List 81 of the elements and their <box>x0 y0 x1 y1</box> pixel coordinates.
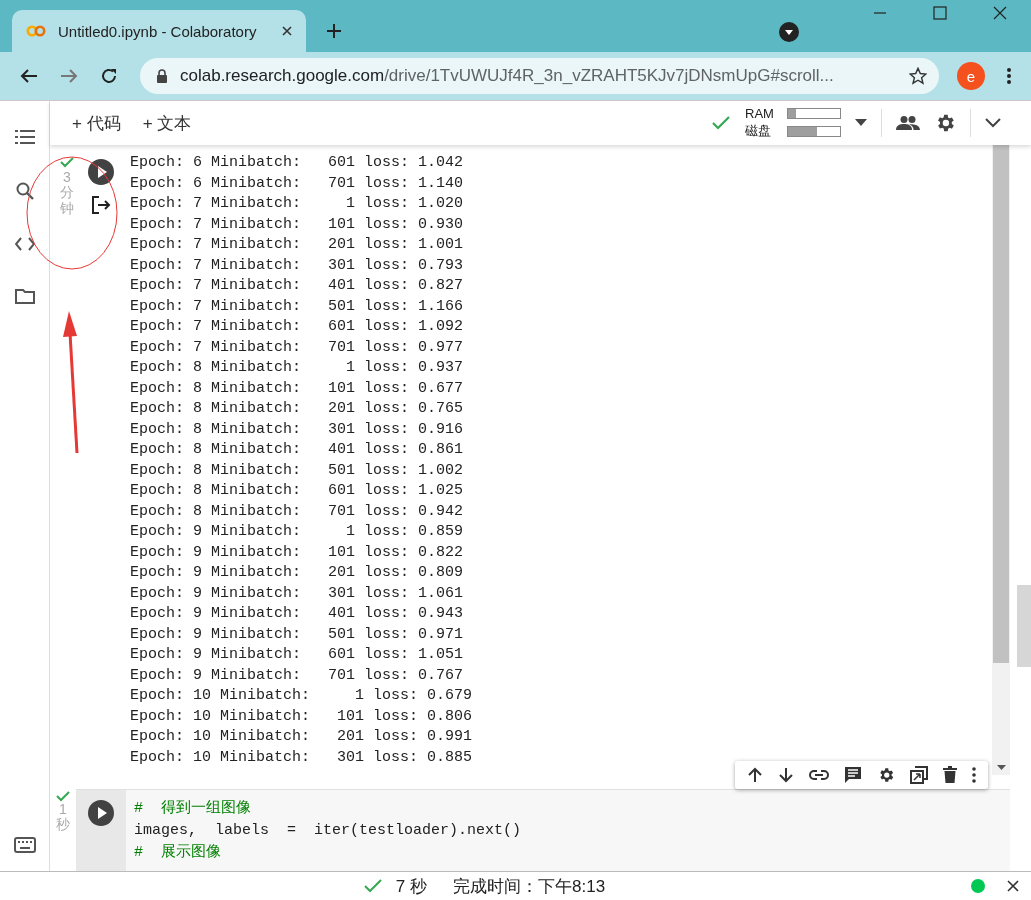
code-cell[interactable]: # 得到一组图像 images, labels = iter(testloader).next() # 展示图像 <box>76 789 1010 871</box>
browser-tab[interactable]: Untitled0.ipynb - Colaboratory <box>12 10 306 52</box>
output-line: Epoch: 7 Minibatch: 101 loss: 0.930 <box>130 214 465 235</box>
new-tab-icon[interactable] <box>326 23 342 39</box>
link-icon[interactable] <box>809 769 829 781</box>
output-line: Epoch: 9 Minibatch: 401 loss: 0.943 <box>130 604 465 624</box>
output-icon[interactable] <box>91 195 111 215</box>
output-line: Epoch: 7 Minibatch: 701 loss: 0.977 <box>130 337 465 358</box>
close-icon[interactable] <box>1007 880 1019 892</box>
maximize-icon[interactable] <box>933 6 947 20</box>
address-field[interactable]: colab.research.google.com/drive/1TvUWUJf4R_3n_vZRAHT5KJv7jDNsmUpG#scroll... <box>140 58 939 94</box>
code-icon[interactable] <box>14 237 35 251</box>
output-line: Epoch: 7 Minibatch: 201 loss: 1.001 <box>130 235 465 255</box>
output-line: Epoch: 9 Minibatch: 301 loss: 1.061 <box>130 583 465 604</box>
scrollbar-thumb[interactable] <box>1017 585 1031 667</box>
output-line: Epoch: 10 Minibatch: 101 loss: 0.806 <box>130 706 474 727</box>
comment-icon[interactable] <box>844 766 862 784</box>
folder-icon[interactable] <box>14 288 35 304</box>
execution-time: 1秒 <box>56 802 70 833</box>
people-icon[interactable] <box>896 115 920 131</box>
scrollbar[interactable] <box>992 145 1010 775</box>
output-line: Epoch: 10 Minibatch: 201 loss: 0.991 <box>130 727 474 747</box>
scroll-down-icon[interactable] <box>996 765 1006 771</box>
code-line: # 得到一组图像 <box>134 799 252 819</box>
ram-label: RAM <box>745 106 775 121</box>
output-line: Epoch: 6 Minibatch: 701 loss: 1.140 <box>130 173 465 194</box>
output-line: Epoch: 6 Minibatch: 601 loss: 1.042 <box>130 153 465 173</box>
output-line: Epoch: 7 Minibatch: 1 loss: 1.020 <box>130 194 465 214</box>
move-up-icon[interactable] <box>747 767 763 783</box>
move-down-icon[interactable] <box>778 767 794 783</box>
forward-icon[interactable] <box>60 68 78 84</box>
collapse-icon[interactable] <box>985 118 1001 128</box>
search-icon[interactable] <box>15 182 34 200</box>
resource-monitor[interactable]: RAM 磁盘 <box>745 106 841 140</box>
run-button[interactable] <box>88 800 114 826</box>
output-line: Epoch: 8 Minibatch: 201 loss: 0.765 <box>130 399 465 419</box>
output-line: Epoch: 8 Minibatch: 101 loss: 0.677 <box>130 378 465 399</box>
output-line: Epoch: 9 Minibatch: 101 loss: 0.822 <box>130 542 465 563</box>
reload-icon[interactable] <box>100 67 118 85</box>
output-line: Epoch: 8 Minibatch: 701 loss: 0.942 <box>130 501 465 522</box>
output-line: Epoch: 9 Minibatch: 201 loss: 0.809 <box>130 563 465 583</box>
back-icon[interactable] <box>20 68 38 84</box>
output-line: Epoch: 9 Minibatch: 1 loss: 0.859 <box>130 522 465 542</box>
caret-icon[interactable] <box>855 119 867 127</box>
more-icon[interactable] <box>1007 68 1011 84</box>
code-line: # 展示图像 <box>134 843 222 863</box>
close-icon[interactable] <box>282 26 292 36</box>
delete-icon[interactable] <box>943 766 957 784</box>
close-icon[interactable] <box>993 6 1007 20</box>
disk-meter <box>787 125 841 137</box>
more-icon[interactable] <box>972 767 976 783</box>
output-line: Epoch: 8 Minibatch: 401 loss: 0.861 <box>130 440 465 460</box>
star-icon[interactable] <box>909 67 927 85</box>
code-line: images, labels = iter(testloader).next() <box>134 821 522 841</box>
output-line: Epoch: 10 Minibatch: 1 loss: 0.679 <box>130 686 474 706</box>
output-line: Epoch: 7 Minibatch: 601 loss: 1.092 <box>130 317 465 337</box>
add-text-button[interactable]: + 文本 <box>138 109 196 137</box>
output-line: Epoch: 8 Minibatch: 1 loss: 0.937 <box>130 358 465 378</box>
output-line: Epoch: 10 Minibatch: 301 loss: 0.885 <box>130 747 474 768</box>
table-of-contents-icon[interactable] <box>14 129 35 145</box>
mirror-cell-icon[interactable] <box>910 766 928 784</box>
output-line: Epoch: 7 Minibatch: 501 loss: 1.166 <box>130 296 465 317</box>
output-line: Epoch: 9 Minibatch: 501 loss: 0.971 <box>130 624 465 645</box>
logo-icon <box>26 25 46 37</box>
output-line: Epoch: 9 Minibatch: 601 loss: 1.051 <box>130 645 465 665</box>
lock-icon <box>156 68 168 84</box>
add-code-button[interactable]: + 代码 <box>68 109 125 137</box>
output-line: Epoch: 8 Minibatch: 301 loss: 0.916 <box>130 419 465 440</box>
output-line: Epoch: 8 Minibatch: 601 loss: 1.025 <box>130 481 465 501</box>
completion-time: 完成时间：下午8:13 <box>453 875 606 898</box>
dropdown-icon[interactable] <box>779 22 799 42</box>
keyboard-icon[interactable] <box>13 837 36 853</box>
execution-time: 3分钟 <box>60 170 74 217</box>
run-button[interactable] <box>88 159 114 185</box>
disk-label: 磁盘 <box>745 122 772 140</box>
ram-meter <box>787 108 841 119</box>
output-line: Epoch: 9 Minibatch: 701 loss: 0.767 <box>130 665 465 686</box>
output-line: Epoch: 7 Minibatch: 401 loss: 0.827 <box>130 276 465 296</box>
output-line: Epoch: 7 Minibatch: 301 loss: 0.793 <box>130 255 465 276</box>
output-line: Epoch: 8 Minibatch: 501 loss: 1.002 <box>130 460 465 481</box>
execution-duration: 7 秒 <box>395 875 428 898</box>
